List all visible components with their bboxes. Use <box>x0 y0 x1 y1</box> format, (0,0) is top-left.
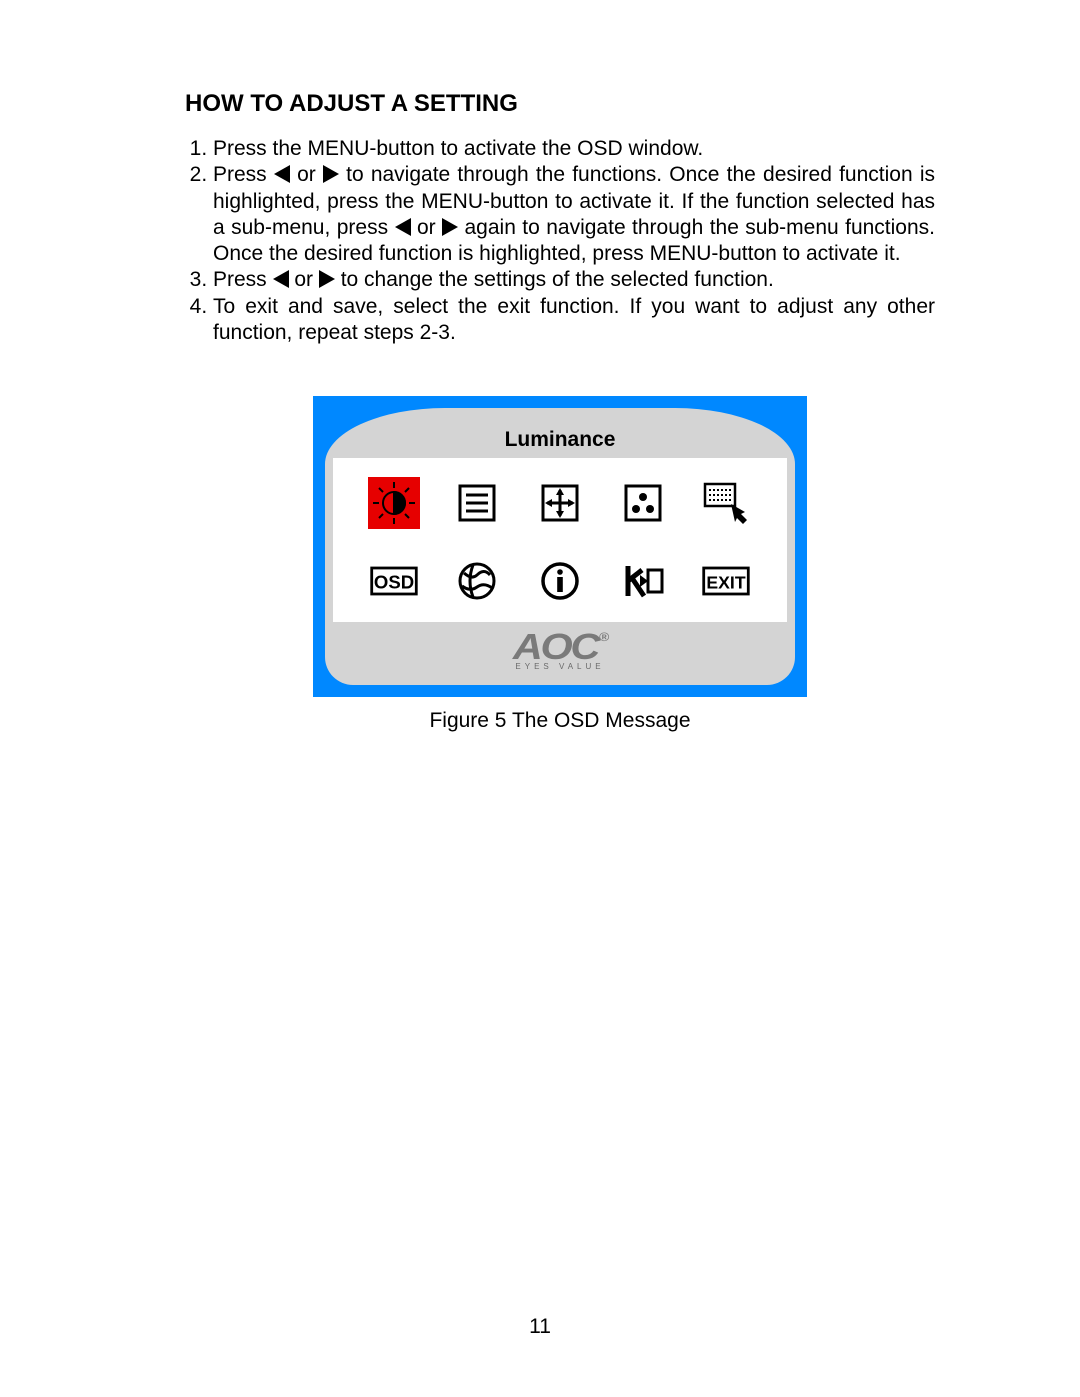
step-4: To exit and save, select the exit functi… <box>213 294 935 347</box>
section-heading: HOW TO ADJUST A SETTING <box>185 90 935 118</box>
auto-adjust-icon[interactable] <box>700 477 752 529</box>
color-icon[interactable] <box>617 477 669 529</box>
exit-icon[interactable]: EXIT <box>700 555 752 607</box>
step-1-text: Press the MENU-button to activate the OS… <box>213 137 703 160</box>
left-arrow-icon <box>273 270 289 288</box>
position-icon[interactable] <box>534 477 586 529</box>
luminance-icon[interactable] <box>368 477 420 529</box>
page-number: 11 <box>0 1315 1080 1339</box>
right-arrow-icon <box>319 270 335 288</box>
recall-icon[interactable] <box>617 555 669 607</box>
svg-text:OSD: OSD <box>374 571 414 592</box>
instruction-list: Press the MENU-button to activate the OS… <box>185 136 935 346</box>
right-arrow-icon <box>442 218 458 236</box>
osd-icon-grid: OSD <box>333 458 787 622</box>
step-3-seg-a: Press <box>213 268 273 291</box>
osd-setup-icon[interactable]: OSD <box>368 555 420 607</box>
osd-brand-logo: AOC® EYES VALUE <box>333 622 787 677</box>
step-2-seg-b: or <box>290 163 323 186</box>
brand-name: AOC® <box>513 626 607 668</box>
language-icon[interactable] <box>451 555 503 607</box>
step-3-seg-b: or <box>289 268 319 291</box>
step-1: Press the MENU-button to activate the OS… <box>213 136 935 162</box>
figure-5: Luminance <box>185 396 935 733</box>
left-arrow-icon <box>395 218 411 236</box>
step-3-seg-c: to change the settings of the selected f… <box>335 268 774 291</box>
step-4-text: To exit and save, select the exit functi… <box>213 295 935 344</box>
right-arrow-icon <box>323 165 339 183</box>
left-arrow-icon <box>274 165 290 183</box>
step-2: Press or to navigate through the functio… <box>213 162 935 267</box>
step-3: Press or to change the settings of the s… <box>213 267 935 293</box>
step-2-seg-a: Press <box>213 163 274 186</box>
osd-panel: Luminance <box>325 408 795 685</box>
svg-text:EXIT: EXIT <box>706 572 745 592</box>
osd-window: Luminance <box>313 396 807 697</box>
osd-title: Luminance <box>333 418 787 458</box>
image-setup-icon[interactable] <box>451 477 503 529</box>
information-icon[interactable] <box>534 555 586 607</box>
figure-caption: Figure 5 The OSD Message <box>429 709 690 733</box>
step-2-seg-d: or <box>411 216 443 239</box>
